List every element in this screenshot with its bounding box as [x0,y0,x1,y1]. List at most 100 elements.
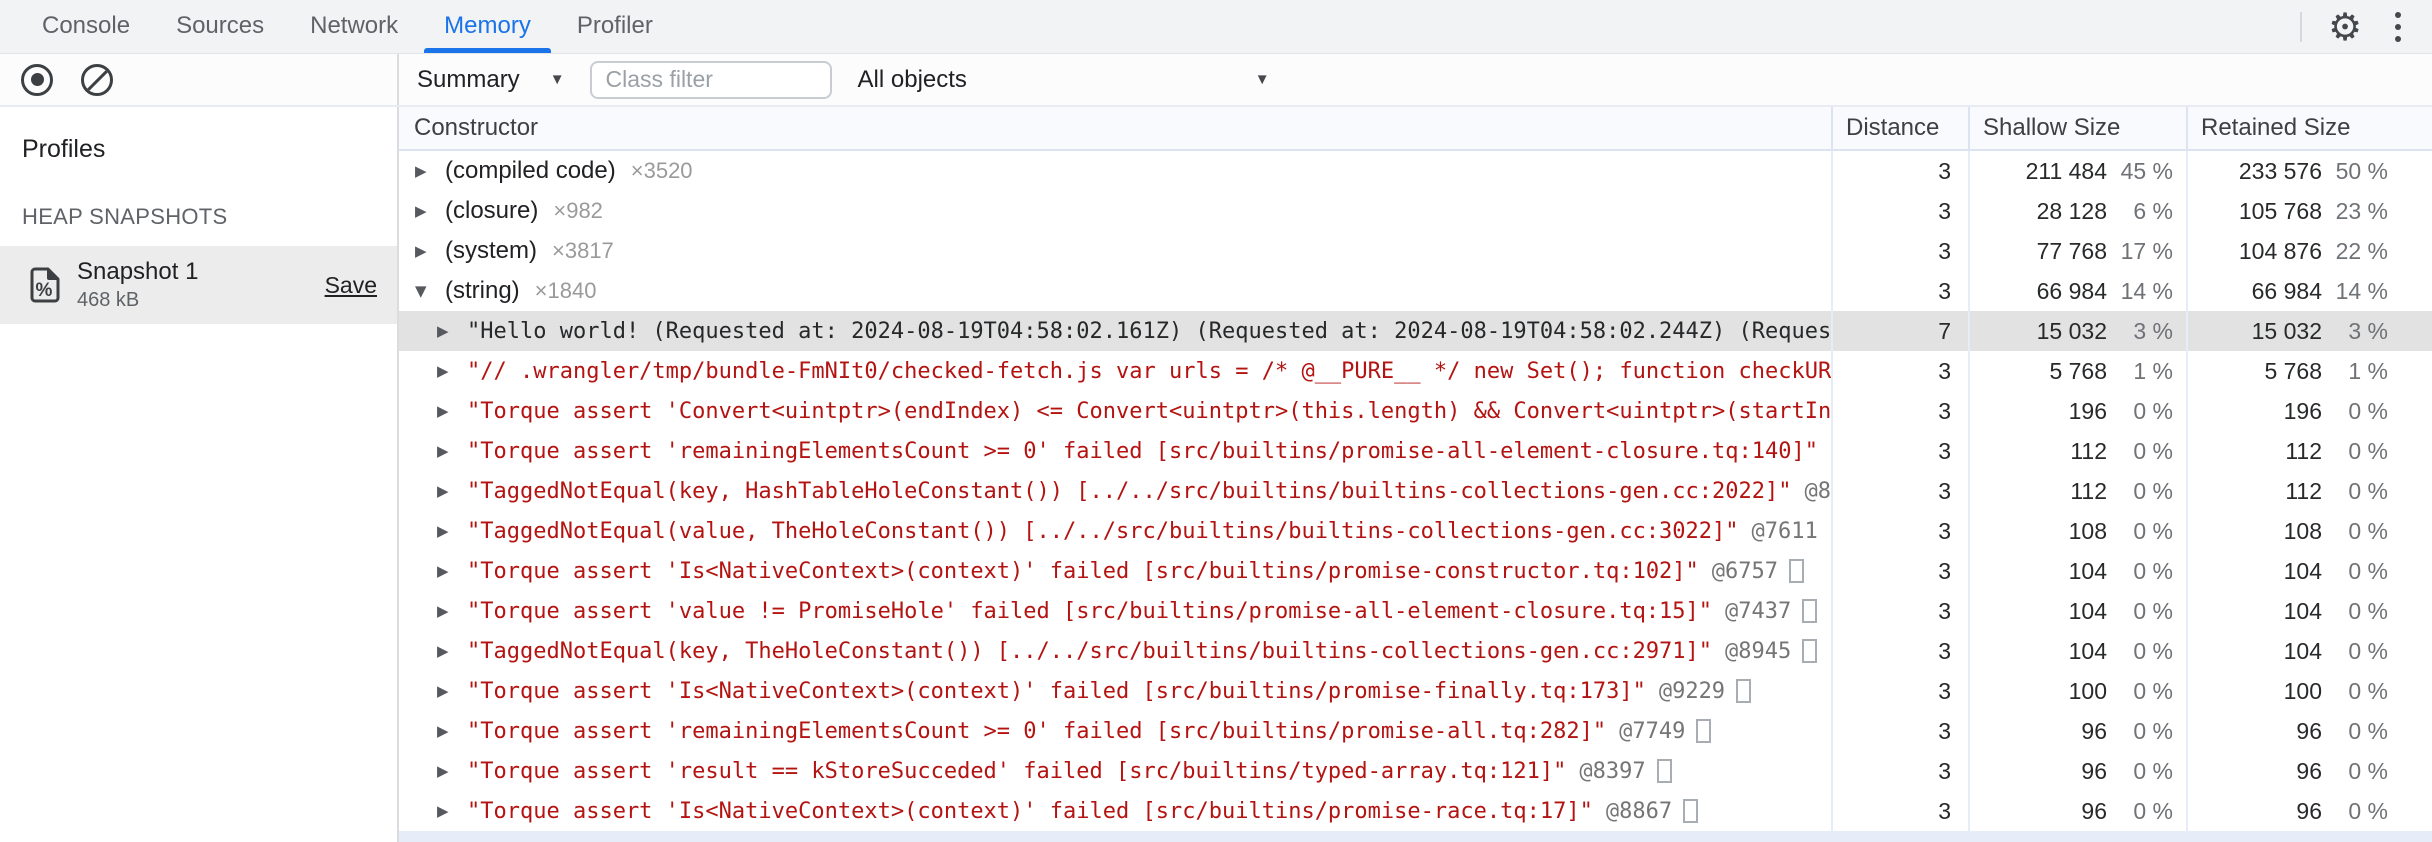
distance-value: 3 [1831,791,1968,831]
shallow-size-cell: 112 0 % [1968,471,2186,511]
heap-string-row[interactable]: ▶ "Torque assert 'remainingElementsCount… [399,711,2432,751]
disclosure-triangle-icon[interactable]: ▶ [437,482,467,500]
shallow-size-percent: 0 % [2133,797,2173,824]
shallow-size-cell: 108 0 % [1968,511,2186,551]
clear-profiles-button[interactable] [81,63,113,96]
retained-size-cell: 104 0 % [2186,591,2432,631]
retained-size-value: 15 032 [2251,317,2322,344]
sidebar-title: Profiles [22,135,106,163]
retained-size-percent: 3 % [2348,317,2388,344]
retained-size-cell: 104 0 % [2186,551,2432,591]
shallow-size-cell: 5 768 1 % [1968,351,2186,391]
retained-size-percent: 1 % [2348,357,2388,384]
string-preview: "Hello world! (Requested at: 2024-08-19T… [467,318,1831,344]
object-scope-select[interactable]: All objects ▼ [858,66,1270,94]
disclosure-triangle-icon[interactable]: ▶ [437,322,467,340]
devtools-window: Console Sources Network Memory Profiler … [0,0,2432,842]
disclosure-triangle-icon[interactable]: ▶ [437,362,467,380]
snapshot-size: 468 kB [77,289,140,311]
shallow-size-percent: 17 % [2120,237,2173,264]
retained-size-value: 104 [2283,597,2322,624]
disclosure-triangle-icon[interactable]: ▶ [415,162,445,180]
shallow-size-percent: 1 % [2133,357,2173,384]
retained-size-cell: 96 0 % [2186,711,2432,751]
shallow-size-value: 211 484 [2025,157,2107,184]
shallow-size-percent: 6 % [2133,197,2173,224]
disclosure-triangle-icon[interactable]: ▶ [437,562,467,580]
retained-size-cell: 96 0 % [2186,751,2432,791]
missing-glyph-box-icon [1802,599,1818,623]
heap-category-row[interactable]: ▶ (compiled code) ×3520 3 211 484 45 % 2… [399,151,2432,191]
perspective-select-value: Summary [417,65,520,93]
disclosure-triangle-icon[interactable]: ▶ [437,522,467,540]
heap-category-row[interactable]: ▼ (string) ×1840 3 66 984 14 % 66 984 14… [399,271,2432,311]
heap-string-row[interactable]: ▶ "TaggedNotEqual(key, TheHoleConstant()… [399,631,2432,671]
column-header-constructor[interactable]: Constructor [399,107,1831,149]
column-header-shallow-size[interactable]: Shallow Size [1968,107,2186,149]
retained-size-value: 104 [2283,637,2322,664]
heap-string-row[interactable]: ▶ "Torque assert 'Convert<uintptr>(endIn… [399,391,2432,431]
heap-string-row[interactable]: ▶ "Hello world! (Requested at: 2024-08-1… [399,311,2432,351]
disclosure-triangle-icon[interactable]: ▶ [437,682,467,700]
disclosure-triangle-icon[interactable]: ▶ [437,722,467,740]
heap-string-row[interactable]: ▶ "Torque assert 'value != PromiseHole' … [399,591,2432,631]
settings-button[interactable]: ⚙ [2316,0,2374,53]
retained-size-cell: 112 0 % [2186,431,2432,471]
heap-category-row[interactable]: ▶ (closure) ×982 3 28 128 6 % 105 768 23… [399,191,2432,231]
disclosure-triangle-icon[interactable]: ▶ [437,762,467,780]
disclosure-triangle-icon[interactable]: ▶ [437,602,467,620]
disclosure-triangle-icon[interactable]: ▶ [415,202,445,220]
retained-size-value: 96 [2296,757,2322,784]
tab-sources[interactable]: Sources [153,0,287,53]
sidebar-item-snapshot-1[interactable]: % Snapshot 1 468 kB Save [0,246,397,324]
save-snapshot-link[interactable]: Save [325,272,377,299]
distance-value: 3 [1831,631,1968,671]
clear-icon [84,67,110,93]
record-heap-snapshot-button[interactable] [21,63,53,96]
shallow-size-value: 96 [2081,797,2107,824]
heap-string-row[interactable]: ▶ "Torque assert 'remainingElementsCount… [399,431,2432,471]
missing-glyph-box-icon [1683,799,1699,823]
shallow-size-percent: 0 % [2133,597,2173,624]
disclosure-triangle-icon[interactable]: ▶ [437,402,467,420]
retained-size-cell: 108 0 % [2186,511,2432,551]
more-options-button[interactable] [2374,0,2432,53]
perspective-select[interactable]: Summary ▼ [417,66,565,94]
object-id: @6757 [1711,558,1779,584]
heap-string-row[interactable]: ▶ "Torque assert 'Is<NativeContext>(cont… [399,791,2432,831]
shallow-size-value: 100 [2068,677,2107,704]
disclosure-triangle-icon[interactable]: ▼ [415,282,445,300]
tab-network[interactable]: Network [287,0,421,53]
retained-size-cell: 112 0 % [2186,471,2432,511]
heap-string-row[interactable]: ▶ "// .wrangler/tmp/bundle-FmNIt0/checke… [399,351,2432,391]
heap-string-row[interactable]: ▶ "TaggedNotEqual(value, TheHoleConstant… [399,511,2432,551]
heap-snapshots-section-label: HEAP SNAPSHOTS [22,204,228,229]
object-id: @8397 [1579,758,1646,784]
class-filter-input[interactable] [589,60,832,99]
memory-toolbar: Summary ▼ All objects ▼ [0,54,2432,107]
shallow-size-percent: 0 % [2133,517,2173,544]
heap-snapshot-icon: % [30,267,60,303]
retained-size-cell: 233 576 50 % [2186,151,2432,191]
heap-string-row[interactable]: ▶ "Torque assert 'result == kStoreSucced… [399,751,2432,791]
missing-glyph-box-icon [1789,559,1805,583]
column-header-retained-size[interactable]: Retained Size [2186,107,2432,149]
tab-memory[interactable]: Memory [421,0,554,53]
tab-profiler[interactable]: Profiler [554,0,676,53]
disclosure-triangle-icon[interactable]: ▶ [437,642,467,660]
missing-glyph-box-icon [1656,759,1672,783]
tabbar-spacer [676,0,2300,53]
disclosure-triangle-icon[interactable]: ▶ [415,242,445,260]
heap-string-row[interactable]: ▶ "Torque assert 'Is<NativeContext>(cont… [399,551,2432,591]
shallow-size-cell: 66 984 14 % [1968,271,2186,311]
disclosure-triangle-icon[interactable]: ▶ [437,442,467,460]
heap-string-row[interactable]: ▶ "TaggedNotEqual(key, HashTableHoleCons… [399,471,2432,511]
tab-console[interactable]: Console [19,0,153,53]
shallow-size-value: 15 032 [2036,317,2107,344]
retained-size-cell: 66 984 14 % [2186,271,2432,311]
column-header-distance[interactable]: Distance [1831,107,1968,149]
shallow-size-cell: 15 032 3 % [1968,311,2186,351]
heap-string-row[interactable]: ▶ "Torque assert 'Is<NativeContext>(cont… [399,671,2432,711]
heap-category-row[interactable]: ▶ (system) ×3817 3 77 768 17 % 104 876 2… [399,231,2432,271]
disclosure-triangle-icon[interactable]: ▶ [437,802,467,820]
